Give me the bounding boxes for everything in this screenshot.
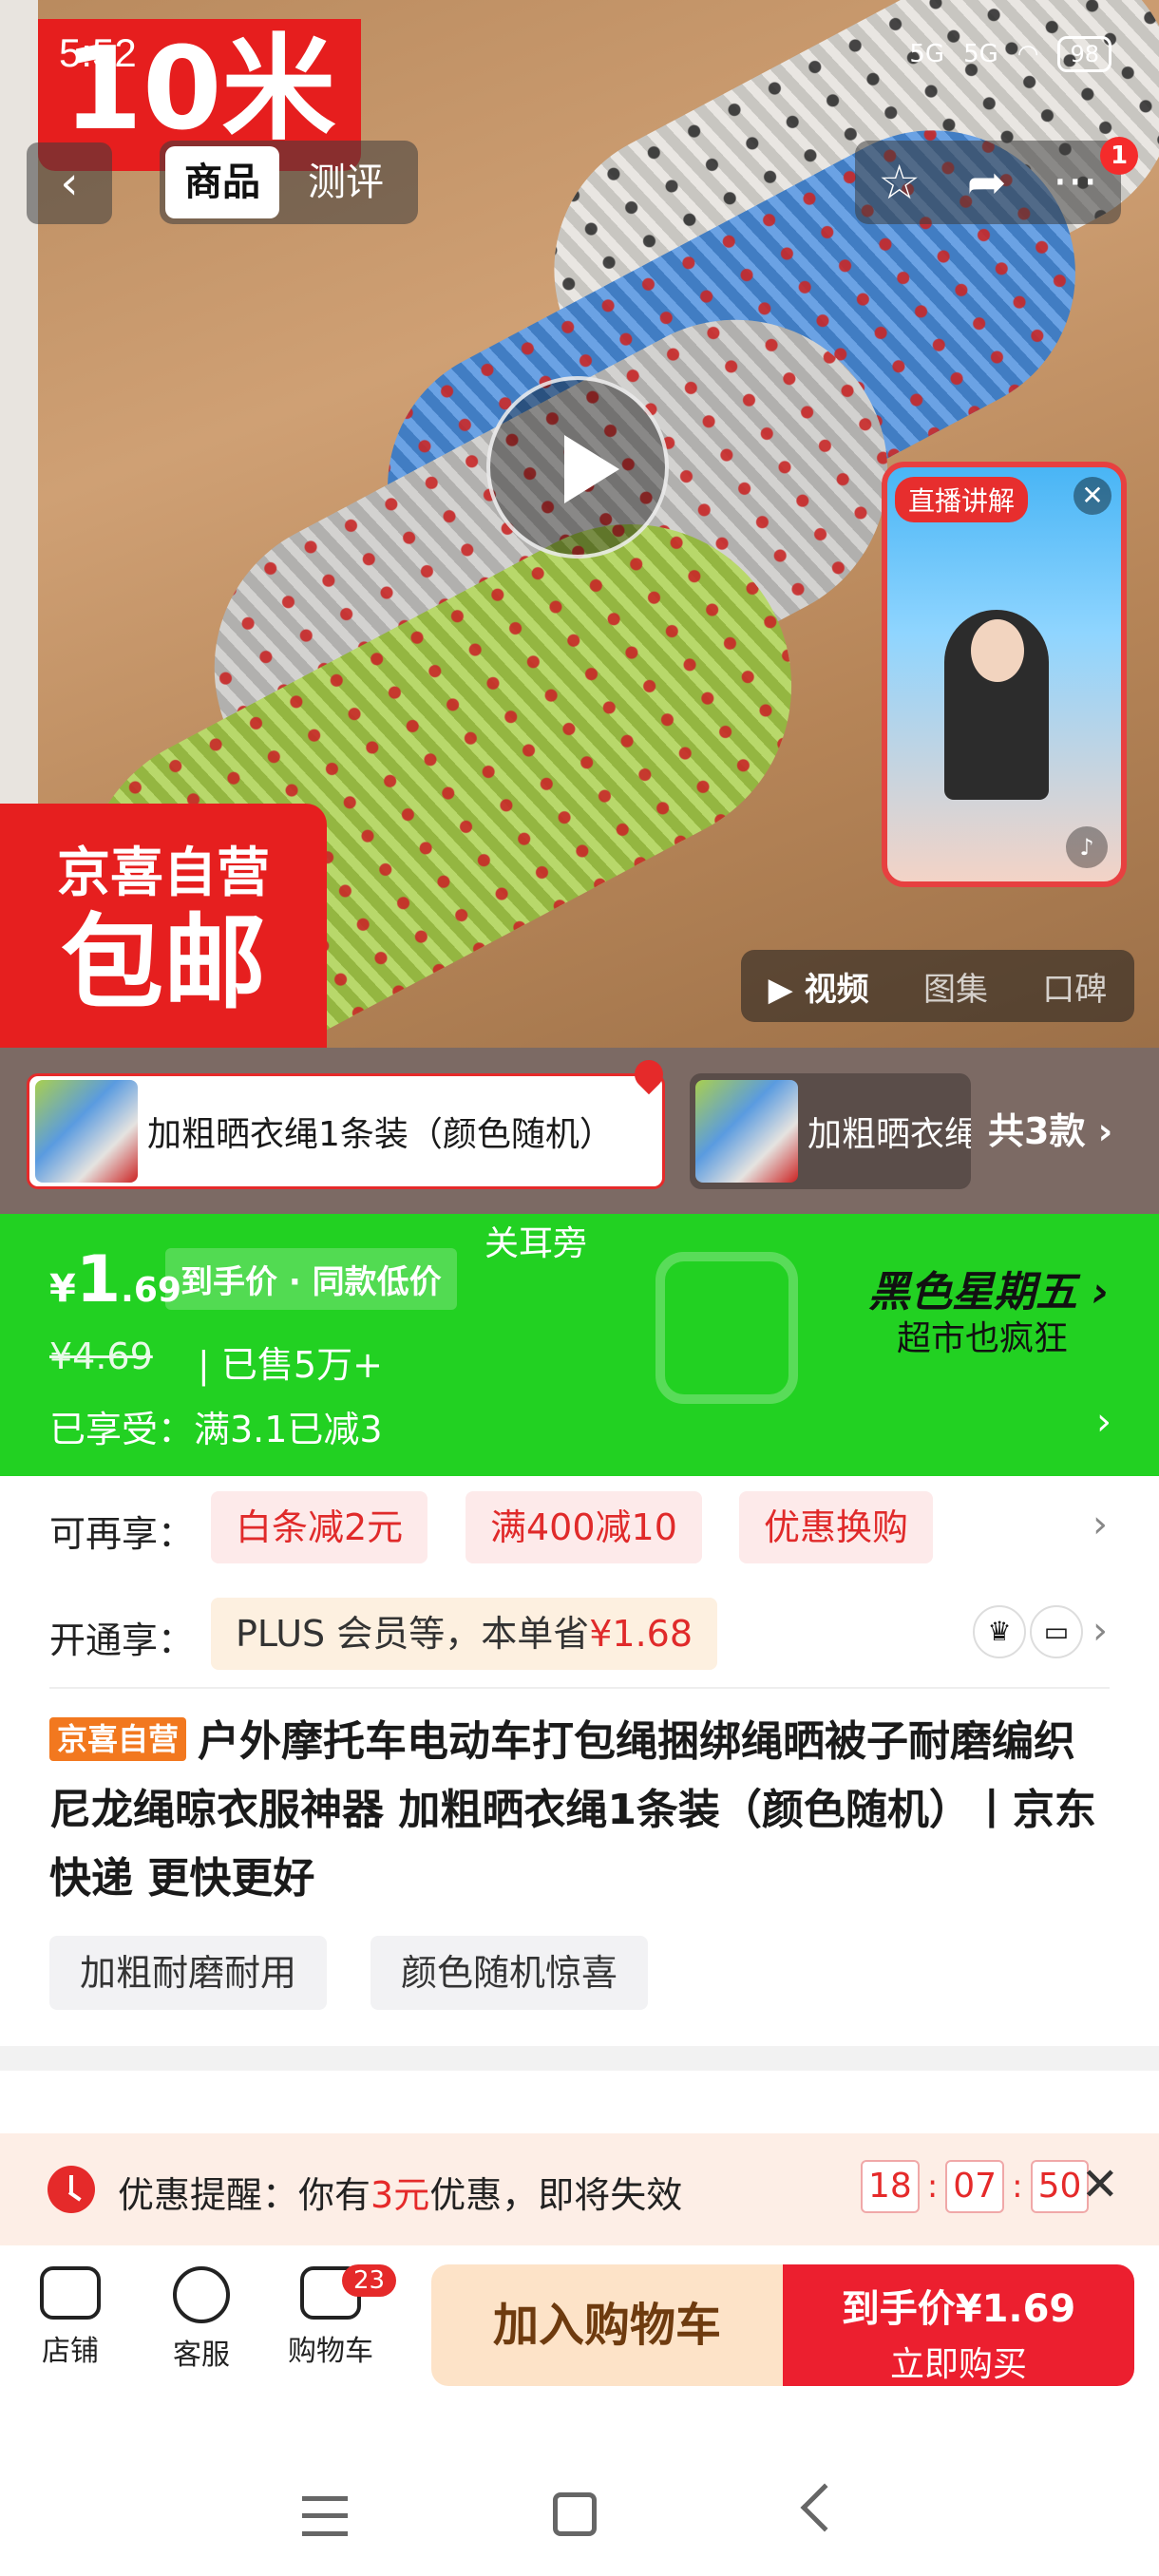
buy-now-button[interactable]: 到手价¥1.69 立即购买 — [783, 2264, 1134, 2386]
chevron-left-icon: ‹ — [60, 157, 79, 210]
live-label: 直播讲解 — [895, 477, 1029, 522]
self-operated-tag: 京喜自营 — [49, 1717, 187, 1761]
signal-icon: 5G — [963, 40, 998, 68]
crown-icon: ♛ — [973, 1605, 1026, 1658]
buy-now-label: 立即购买 — [889, 2345, 1027, 2384]
close-icon[interactable]: ✕ — [1074, 477, 1112, 515]
divider — [49, 1687, 1110, 1689]
countdown-minutes: 07 — [945, 2160, 1005, 2213]
store-button[interactable]: 店铺 — [13, 2266, 127, 2369]
reminder-text: 优惠提醒：你有3元优惠，即将失效 — [118, 2174, 683, 2216]
media-tabs: ▶ 视频 图集 口碑 — [741, 950, 1134, 1022]
tab-product[interactable]: 商品 — [165, 146, 279, 218]
card-icon: ▭ — [1030, 1605, 1083, 1658]
sold-count: | 已售5万+ — [198, 1344, 383, 1386]
host-face — [971, 619, 1024, 682]
menu-icon[interactable] — [302, 2496, 348, 2536]
clock-icon — [48, 2166, 95, 2213]
product-title: 京喜自营 户外摩托车电动车打包绳捆绑绳晒被子耐磨编织尼龙绳晾衣服神器 加粗晒衣绳1… — [49, 1717, 1096, 1903]
store-icon — [40, 2266, 101, 2320]
home-icon[interactable] — [553, 2492, 597, 2536]
final-price: ¥1.69 — [49, 1242, 181, 1317]
variant-option[interactable]: 加粗晒衣绳1条装（颜色随机） — [27, 1072, 665, 1189]
more-icon[interactable]: ··· — [1053, 155, 1098, 210]
variant-strip: 加粗晒衣绳1条装（颜色随机） 加粗晒衣绳 — [0, 1048, 1159, 1214]
play-video-button[interactable] — [486, 376, 669, 559]
chevron-right-icon[interactable]: › — [1092, 1503, 1108, 1546]
countdown-timer: 18 : 07 : 50 — [861, 2160, 1090, 2213]
variant-option[interactable]: 加粗晒衣绳 — [690, 1072, 971, 1189]
back-button[interactable]: ‹ — [27, 142, 112, 224]
product-info-card: 可再享： 白条减2元 满400减10 优惠换购 › 开通享： PLUS 会员等，… — [0, 1476, 1159, 2046]
promo-line2: 包邮 — [60, 904, 266, 1023]
feature-chip[interactable]: 颜色随机惊喜 — [370, 1936, 649, 2010]
media-tab-video[interactable]: ▶ 视频 — [769, 963, 869, 1010]
chevron-right-icon[interactable]: › — [1092, 1609, 1108, 1653]
add-to-cart-button[interactable]: 加入购物车 — [431, 2264, 783, 2386]
customer-service-button[interactable]: 客服 — [144, 2266, 258, 2373]
plus-label: 开通享： — [49, 1619, 195, 1661]
back-icon[interactable] — [800, 2483, 849, 2532]
media-tab-gallery[interactable]: 图集 — [923, 963, 988, 1010]
black-friday-title[interactable]: 黑色星期五 › — [868, 1258, 1109, 1318]
chevron-right-icon[interactable]: › — [1096, 1400, 1112, 1444]
share-icon[interactable]: ➦ — [967, 155, 1007, 210]
variant-name: 加粗晒衣绳1条装（颜色随机） — [147, 1114, 614, 1154]
cart-count-badge: 23 — [342, 2264, 397, 2297]
variant-count-link[interactable]: 共3款 › — [988, 1102, 1112, 1154]
system-nav-bar — [0, 2394, 1159, 2576]
offer-chip[interactable]: 满400减10 — [466, 1491, 702, 1563]
variant-name: 加粗晒衣绳 — [808, 1114, 971, 1154]
signal-icon: 5G — [909, 40, 945, 68]
countdown-hours: 18 — [861, 2160, 920, 2213]
cart-watermark-icon — [656, 1252, 798, 1404]
black-friday-subtitle: 超市也疯狂 — [897, 1319, 1069, 1358]
media-tab-reviews[interactable]: 口碑 — [1042, 963, 1107, 1010]
status-time: 5:52 — [59, 30, 137, 75]
nav-actions: ☆ ➦ ··· — [855, 141, 1121, 224]
offer-chip[interactable]: 白条减2元 — [211, 1491, 428, 1563]
plus-icons: ♛ ▭ — [973, 1605, 1083, 1658]
nav-tabs: 商品 测评 — [160, 141, 418, 224]
variant-thumbnail — [35, 1079, 138, 1183]
live-stream-card[interactable]: 直播讲解 ✕ ♪ — [882, 462, 1127, 887]
promo-badge: 京喜自营 包邮 — [0, 804, 327, 1048]
plus-offer-chip[interactable]: PLUS 会员等，本单省¥1.68 — [211, 1598, 718, 1670]
coupon-reminder[interactable]: 优惠提醒：你有3元优惠，即将失效 18 : 07 : 50 ✕ — [0, 2133, 1159, 2245]
status-icons: 5G 5G ◠ 98 — [909, 36, 1112, 72]
discount-applied: 已享受：满3.1已减3 — [49, 1409, 383, 1450]
variant-thumbnail — [695, 1079, 798, 1183]
product-hero-image[interactable]: 10米 5:52 5G 5G ◠ 98 ‹ 商品 测评 ☆ ➦ ··· 1 直播… — [0, 0, 1159, 1048]
mute-icon[interactable]: ♪ — [1066, 826, 1108, 868]
offer-chip[interactable]: 优惠换购 — [739, 1491, 934, 1563]
notification-badge: 1 — [1100, 137, 1138, 175]
more-offers-label: 可再享： — [49, 1513, 195, 1555]
buy-price-label: 到手价¥1.69 — [841, 2287, 1076, 2331]
wifi-icon: ◠ — [1016, 40, 1039, 68]
star-icon[interactable]: ☆ — [878, 155, 921, 210]
hero-edge — [0, 0, 38, 855]
smile-icon — [173, 2266, 230, 2323]
tab-review[interactable]: 测评 — [289, 146, 403, 218]
original-price: ¥4.69 — [49, 1335, 153, 1377]
feature-chip[interactable]: 加粗耐磨耐用 — [49, 1936, 328, 2010]
price-note: 关耳旁 — [484, 1224, 588, 1263]
price-chip: 到手价 · 同款低价 — [165, 1248, 457, 1310]
price-banner: 关耳旁 ¥1.69 到手价 · 同款低价 ¥4.69 | 已售5万+ 已享受：满… — [0, 1214, 1159, 1476]
bottom-action-bar: 店铺 客服 购物车 23 加入购物车 到手价¥1.69 立即购买 — [0, 2245, 1159, 2394]
battery-icon: 98 — [1057, 36, 1112, 72]
close-icon[interactable]: ✕ — [1081, 2158, 1119, 2211]
promo-line1: 京喜自营 — [57, 843, 270, 904]
